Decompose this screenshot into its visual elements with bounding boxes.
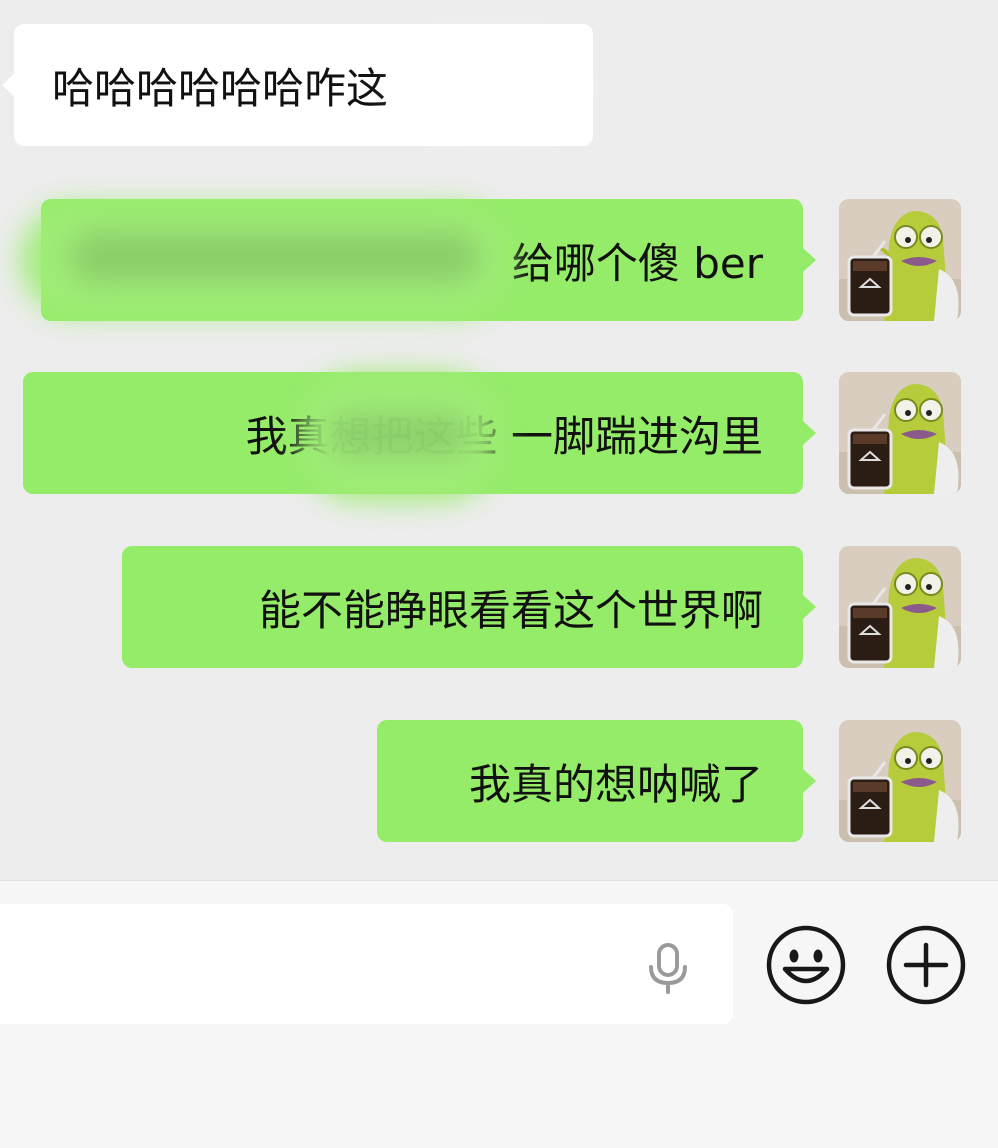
chat-message-list[interactable]: 哈哈哈哈哈哈咋这 给哪个傻 ber 我真想把这些 一脚踹进沟里 能不能睁眼看看这… — [0, 0, 998, 880]
input-bar — [0, 880, 998, 1148]
avatar[interactable] — [839, 372, 961, 494]
message-text: 哈哈哈哈哈哈咋这 — [52, 63, 389, 113]
message-input[interactable] — [0, 904, 733, 1024]
bubble-tail — [803, 769, 816, 793]
avatar[interactable] — [839, 720, 961, 842]
bubble-tail — [803, 248, 816, 272]
bubble-tail — [803, 595, 816, 619]
avatar[interactable] — [839, 199, 961, 321]
smiley-face-icon[interactable] — [764, 923, 848, 1007]
bubble-tail — [803, 421, 816, 445]
avatar[interactable] — [839, 546, 961, 668]
plus-circle-icon[interactable] — [884, 923, 968, 1007]
redacted-blur — [400, 40, 580, 130]
outgoing-message[interactable]: 我真的想呐喊了 — [377, 720, 803, 842]
avatar-image — [839, 720, 961, 842]
redacted-blur — [70, 232, 480, 282]
outgoing-message[interactable]: 能不能睁眼看看这个世界啊 — [122, 546, 803, 668]
message-text: 能不能睁眼看看这个世界啊 — [258, 585, 763, 635]
message-text: 给哪个傻 ber — [511, 238, 763, 288]
avatar-image — [839, 199, 961, 321]
redacted-blur — [330, 415, 470, 455]
microphone-icon[interactable] — [640, 939, 696, 995]
message-text: 我真的想呐喊了 — [468, 759, 763, 809]
avatar-image — [839, 372, 961, 494]
avatar-image — [839, 546, 961, 668]
